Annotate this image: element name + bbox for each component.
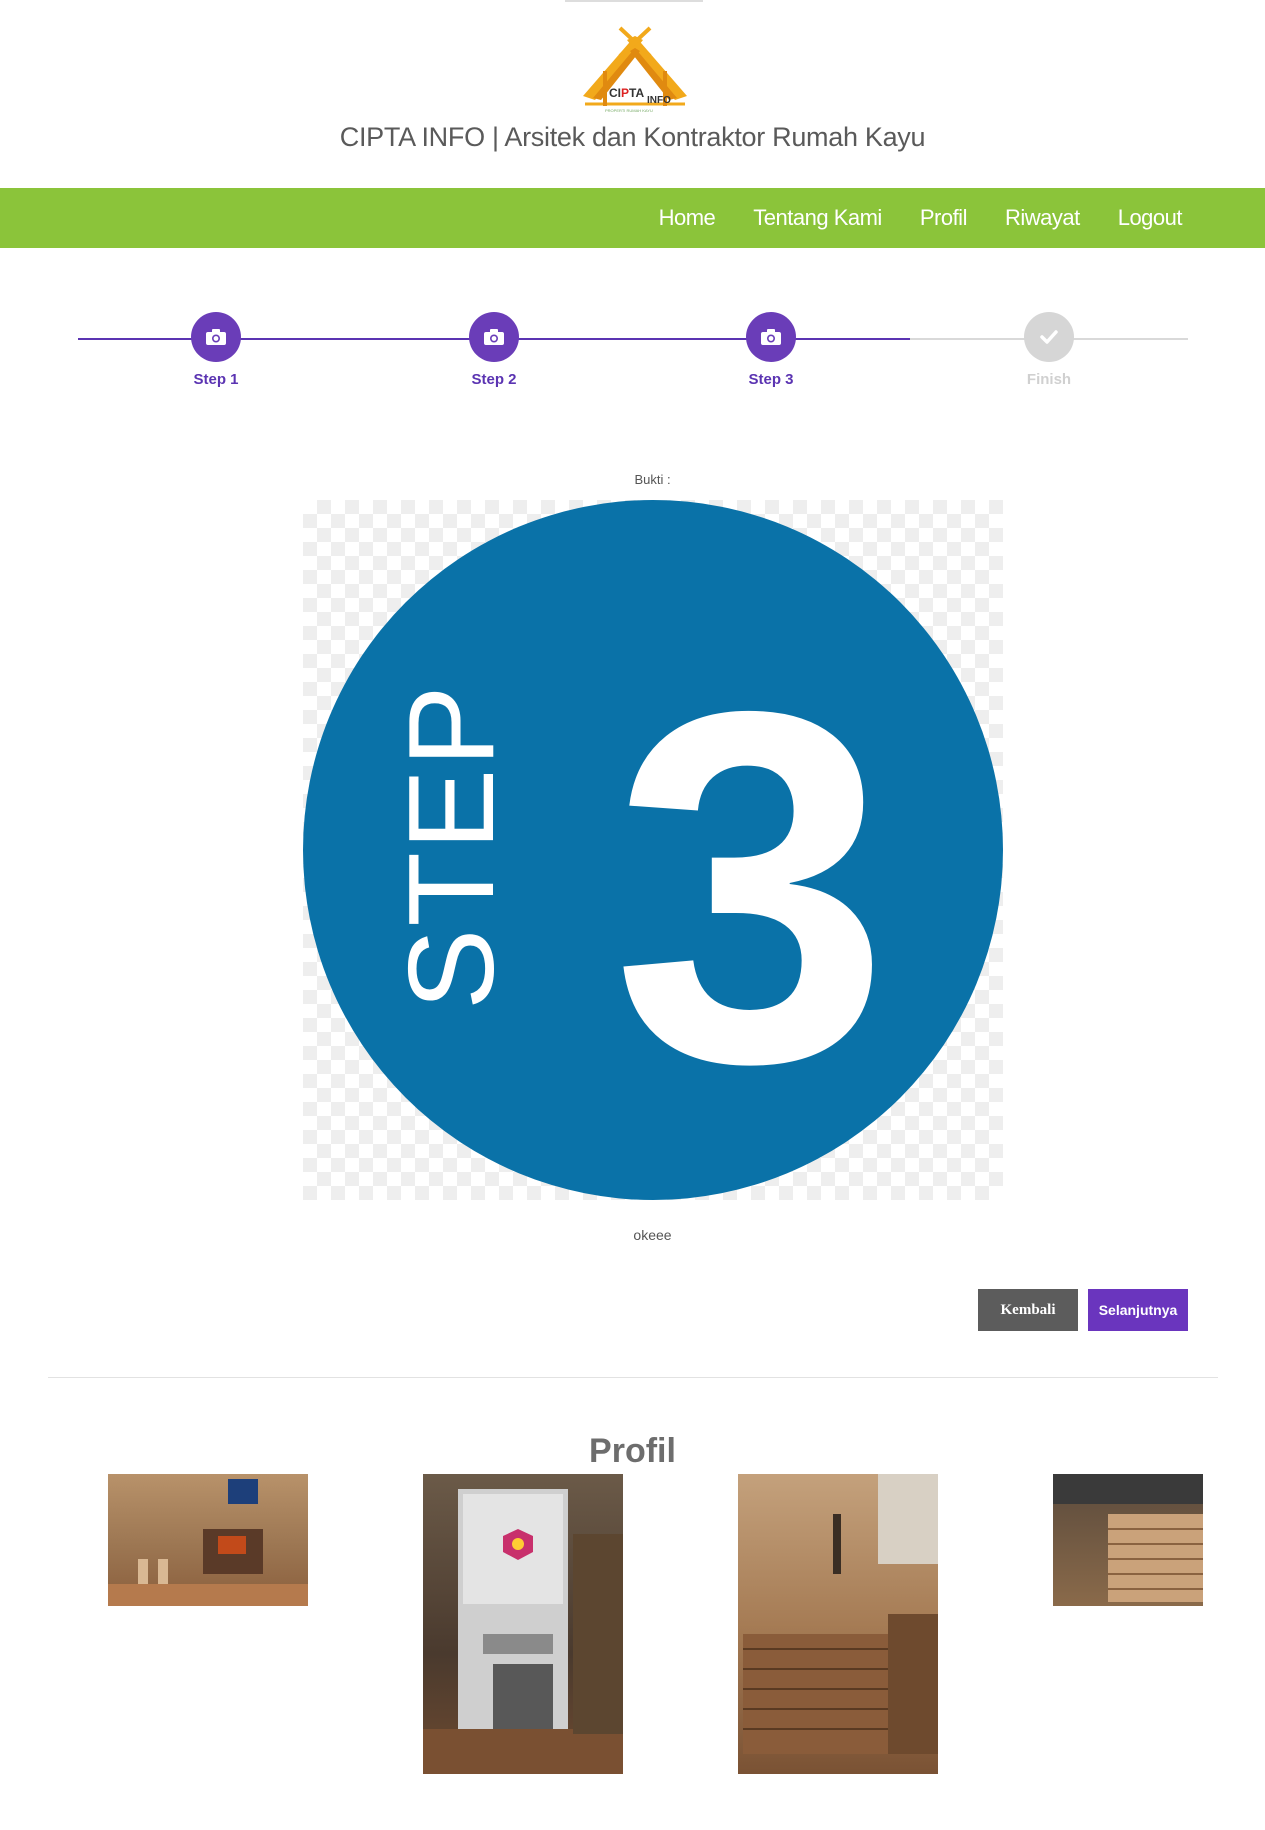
profile-photo-4[interactable] xyxy=(1053,1474,1203,1606)
proof-label: Bukti : xyxy=(634,472,671,487)
svg-text:PROPERTI RUMAH KAYU: PROPERTI RUMAH KAYU xyxy=(605,108,653,113)
section-divider xyxy=(48,1377,1218,1378)
wizard-step-3[interactable]: Step 3 xyxy=(711,312,831,388)
nav-home[interactable]: Home xyxy=(659,205,716,231)
site-logo[interactable]: CIPTA INFO PROPERTI RUMAH KAYU xyxy=(565,26,705,116)
wizard-step-finish[interactable]: Finish xyxy=(989,312,1109,388)
profile-photo-1[interactable] xyxy=(108,1474,308,1606)
step-wizard: Step 1 Step 2 Step 3 Finish xyxy=(78,312,1188,392)
nav-riwayat[interactable]: Riwayat xyxy=(1005,205,1080,231)
step-1-circle xyxy=(191,312,241,362)
profile-photo-3[interactable] xyxy=(738,1474,938,1774)
camera-icon xyxy=(484,329,504,345)
svg-text:CIPTA: CIPTA xyxy=(609,86,644,100)
step-3-label: Step 3 xyxy=(748,371,794,388)
svg-text:STEP: STEP xyxy=(383,683,519,1010)
back-button[interactable]: Kembali xyxy=(978,1289,1078,1331)
svg-text:INFO: INFO xyxy=(647,95,671,106)
finish-circle xyxy=(1024,312,1074,362)
finish-label: Finish xyxy=(1026,371,1072,388)
nav-tentang-kami[interactable]: Tentang Kami xyxy=(753,205,882,231)
profile-heading: Profil xyxy=(589,1432,676,1470)
step-2-circle xyxy=(469,312,519,362)
check-icon xyxy=(1040,330,1058,344)
wizard-step-1[interactable]: Step 1 xyxy=(156,312,276,388)
next-button[interactable]: Selanjutnya xyxy=(1088,1289,1188,1331)
svg-text:3: 3 xyxy=(612,607,890,1166)
proof-image: STEP 3 xyxy=(303,500,1003,1200)
camera-icon xyxy=(206,329,226,345)
step-2-label: Step 2 xyxy=(471,371,517,388)
main-navbar: Home Tentang Kami Profil Riwayat Logout xyxy=(0,188,1265,248)
nav-links: Home Tentang Kami Profil Riwayat Logout xyxy=(659,188,1183,248)
nav-logout[interactable]: Logout xyxy=(1118,205,1183,231)
profile-photo-2[interactable] xyxy=(423,1474,623,1774)
step-3-circle xyxy=(746,312,796,362)
top-divider xyxy=(565,0,703,2)
site-title: CIPTA INFO | Arsitek dan Kontraktor Ruma… xyxy=(339,122,926,152)
proof-caption: okeee xyxy=(633,1227,672,1243)
step-1-label: Step 1 xyxy=(193,371,239,388)
wizard-step-2[interactable]: Step 2 xyxy=(434,312,554,388)
nav-profil[interactable]: Profil xyxy=(920,205,968,231)
camera-icon xyxy=(761,329,781,345)
